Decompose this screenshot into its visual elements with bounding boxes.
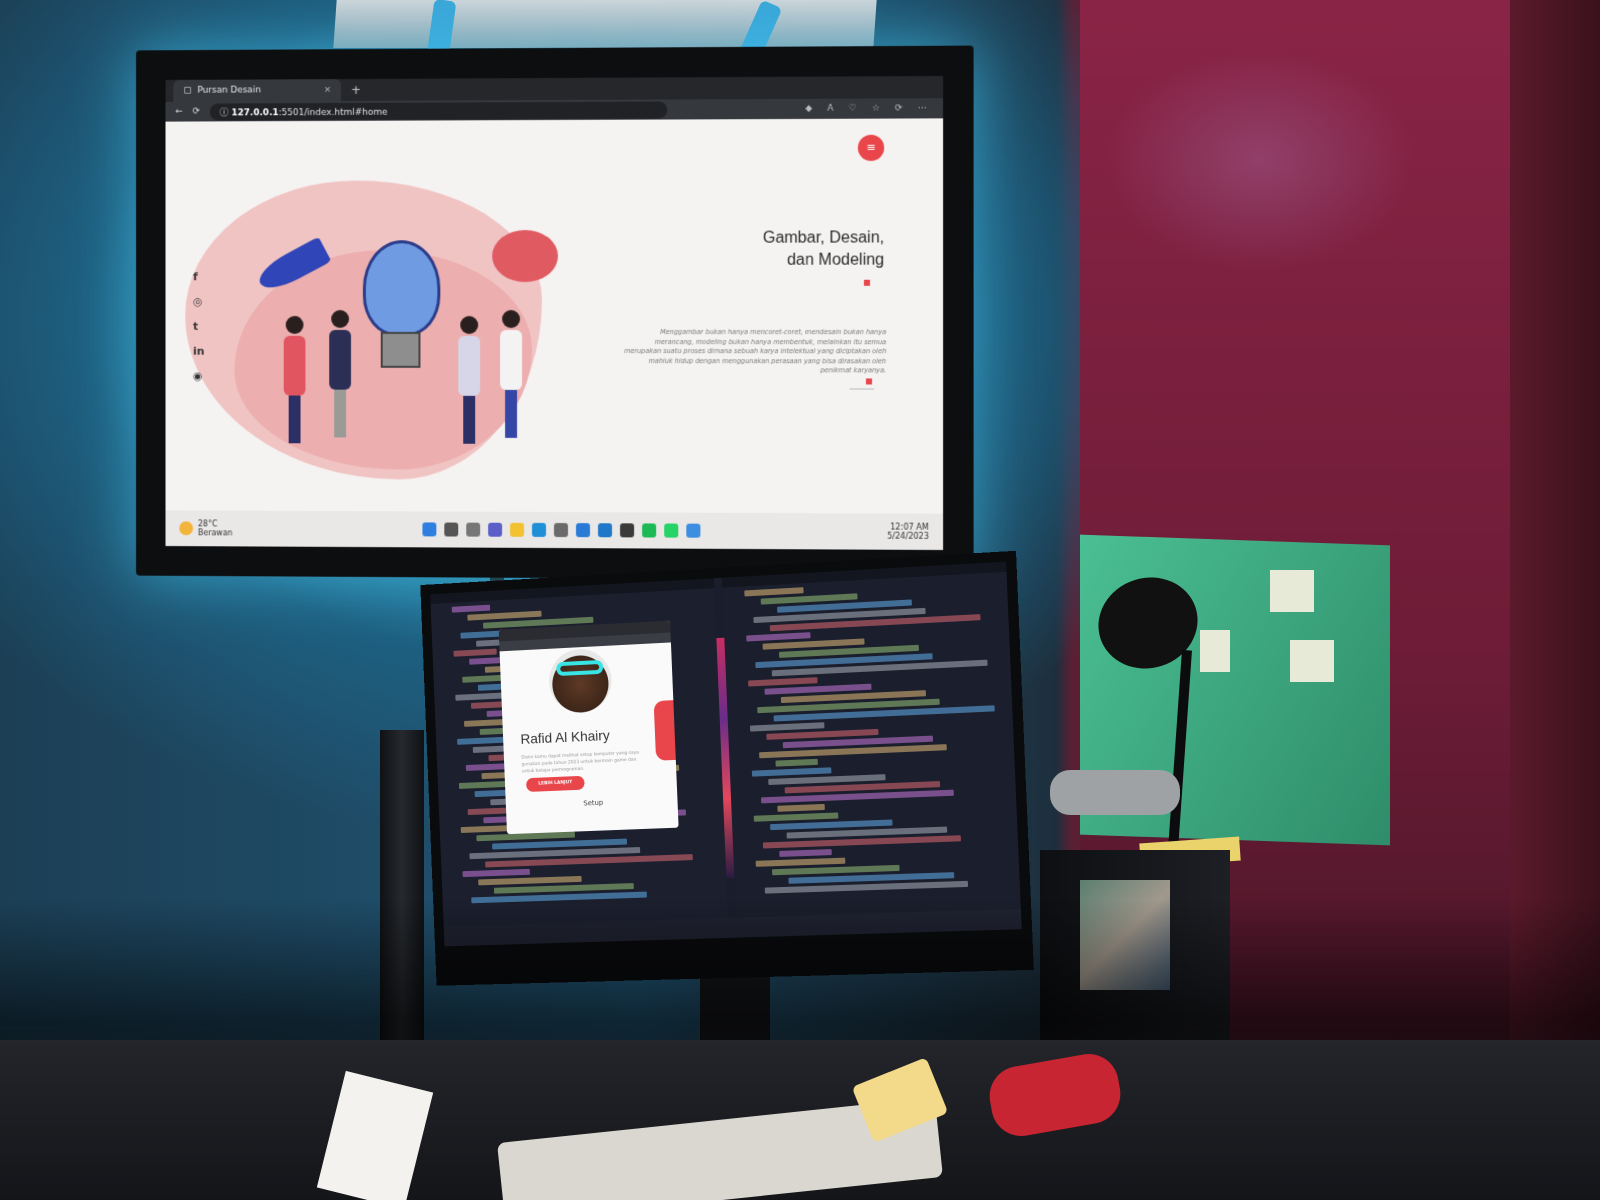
lightbulb-illustration — [363, 240, 440, 336]
windows-taskbar: 28°C Berawan 12:07 AM 5/24/2023 — [166, 510, 944, 550]
person-illustration — [458, 316, 480, 444]
facebook-icon[interactable]: f — [193, 270, 204, 283]
twitter-icon[interactable]: t — [193, 320, 204, 333]
browser-tab[interactable]: ▢ Pursan Desain × — [173, 79, 341, 102]
task-view-icon[interactable] — [466, 523, 480, 537]
code-line — [746, 632, 810, 641]
hero-title-line: dan Modeling — [682, 250, 884, 272]
website-home: f ◎ t in ◉ ≡ Gambar, Desain, dan Modelin… — [166, 118, 944, 513]
profile-description: Disini kamu dapat melihat setup komputer… — [521, 749, 646, 775]
wall-shelf — [333, 0, 876, 48]
sticky-note — [1200, 630, 1230, 672]
hero-description: Menggambar bukan hanya mencoret-coret, m… — [622, 328, 886, 376]
code-line — [779, 849, 832, 857]
code-line — [750, 722, 825, 731]
new-tab-button[interactable]: + — [351, 83, 361, 97]
section-label: Setup — [583, 799, 603, 808]
back-icon[interactable]: ← — [175, 107, 182, 117]
site-info-icon[interactable]: ⓘ — [220, 108, 229, 118]
accent-square — [866, 378, 872, 384]
url-path: :5501/index.html#home — [279, 107, 388, 117]
clock-time: 12:07 AM — [887, 523, 929, 532]
whatsapp-icon[interactable] — [664, 524, 678, 538]
divider-line — [850, 388, 874, 389]
taskbar-apps — [422, 522, 700, 537]
vscode-window-right — [722, 562, 1021, 918]
person-illustration — [329, 310, 351, 437]
code-line — [453, 649, 496, 657]
store-icon[interactable] — [554, 523, 568, 537]
github-icon[interactable]: ◉ — [193, 370, 204, 383]
game-controller — [1050, 770, 1180, 815]
code-line — [748, 677, 817, 686]
spotify-icon[interactable] — [642, 523, 656, 537]
code-line — [455, 693, 503, 701]
code-line — [777, 804, 825, 812]
tab-close-icon[interactable]: × — [324, 85, 331, 95]
reload-icon[interactable]: ⟳ — [193, 107, 200, 117]
tv-screen: ▢ Pursan Desain × + ← ⟳ ⓘ 127.0.0.1:5501… — [166, 76, 944, 550]
code-editor[interactable] — [722, 572, 1020, 895]
menu-button[interactable]: ≡ — [858, 135, 884, 161]
instagram-icon[interactable]: ◎ — [193, 295, 204, 308]
bing-icon[interactable] — [576, 523, 590, 537]
social-links: f ◎ t in ◉ — [193, 270, 204, 382]
avatar — [548, 648, 613, 714]
code-line — [754, 812, 839, 821]
profile-name: Rafid Al Khairy — [520, 724, 667, 746]
clock-date: 5/24/2023 — [887, 532, 929, 541]
linkedin-icon[interactable]: in — [193, 345, 204, 358]
glasses-overlay — [556, 660, 603, 676]
weather-condition: Berawan — [198, 528, 233, 537]
system-clock[interactable]: 12:07 AM 5/24/2023 — [887, 523, 943, 541]
more-button[interactable]: LEBIH LANJUT — [526, 776, 585, 792]
person-illustration — [500, 310, 522, 438]
hero-title: Gambar, Desain, dan Modeling — [682, 227, 884, 272]
sticky-note — [1270, 570, 1314, 612]
accent-square — [864, 280, 870, 286]
tv-monitor: ▢ Pursan Desain × + ← ⟳ ⓘ 127.0.0.1:5501… — [136, 46, 974, 581]
url-host: 127.0.0.1 — [231, 108, 278, 118]
address-bar[interactable]: ⓘ 127.0.0.1:5501/index.html#home — [210, 101, 667, 120]
start-icon[interactable] — [422, 522, 436, 536]
weather-icon — [179, 521, 193, 535]
code-line — [457, 737, 510, 745]
profile-browser-window: Rafid Al Khairy Disini kamu dapat meliha… — [499, 621, 679, 835]
person-illustration — [284, 316, 306, 443]
code-line — [462, 869, 529, 877]
code-line — [744, 587, 803, 596]
vscode-icon[interactable] — [598, 523, 612, 537]
brain-illustration — [492, 230, 558, 282]
chat-icon[interactable] — [488, 523, 502, 537]
toolbar-extension-icons[interactable]: ◆ A ♡ ☆ ⟳ ⋯ — [805, 103, 933, 114]
edge-icon[interactable] — [532, 523, 546, 537]
file-explorer-icon[interactable] — [510, 523, 524, 537]
steam-icon[interactable] — [620, 523, 634, 537]
lower-monitor-screen: Rafid Al Khairy Disini kamu dapat meliha… — [430, 562, 1022, 947]
code-line — [478, 876, 582, 885]
tab-page-icon: ▢ — [183, 86, 191, 96]
temperature: 28°C — [198, 519, 233, 528]
lightbulb-base — [381, 332, 421, 368]
code-line — [756, 858, 846, 867]
hero-title-line: Gambar, Desain, — [682, 227, 884, 249]
code-line — [752, 767, 832, 776]
tab-title: Pursan Desain — [197, 85, 260, 95]
code-line — [775, 759, 817, 767]
sticky-note — [1290, 640, 1334, 682]
app-icon[interactable] — [686, 524, 700, 538]
code-line — [452, 605, 491, 613]
weather-widget[interactable]: 28°C Berawan — [166, 519, 423, 538]
search-icon[interactable] — [444, 523, 458, 537]
